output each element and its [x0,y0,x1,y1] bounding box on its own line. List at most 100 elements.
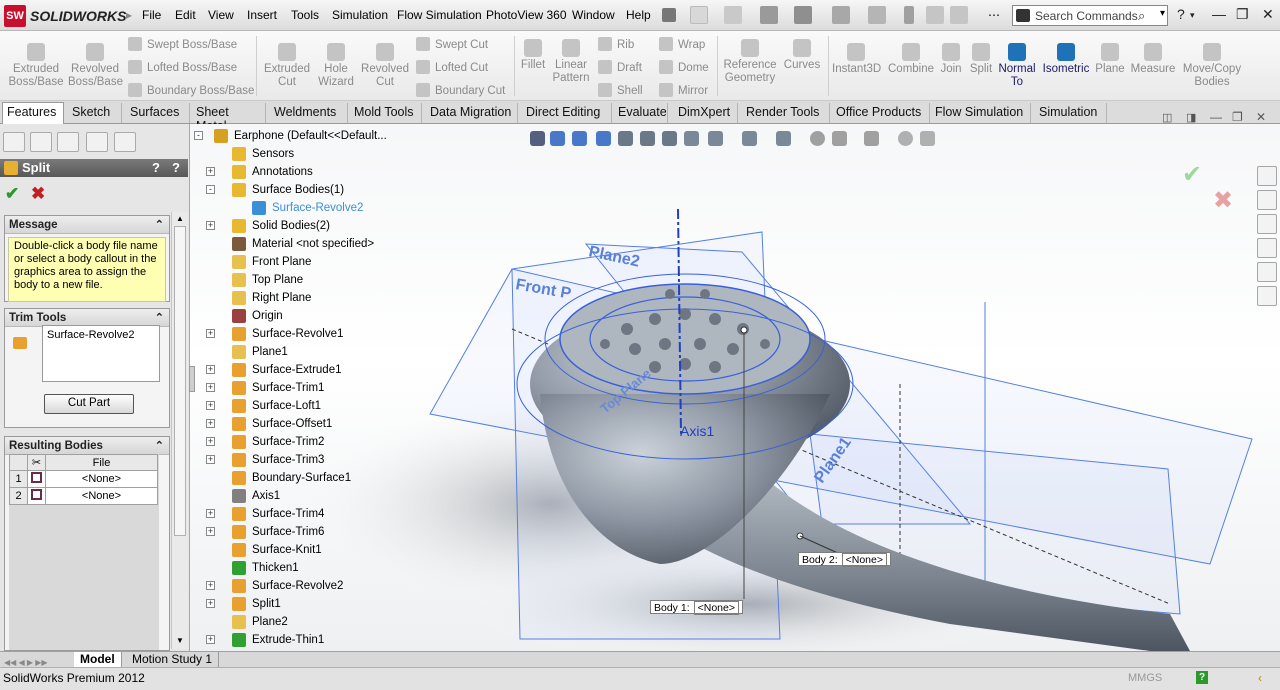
menu-flow-simulation[interactable]: Flow Simulation [397,8,482,22]
body1-callout[interactable]: Body 1: <None> [650,600,743,615]
close-icon[interactable]: ✕ [1262,6,1274,23]
instant3d-button[interactable]: Instant3D [832,43,881,76]
body-file-cell[interactable]: <None> [45,470,158,488]
file-properties-icon[interactable] [926,6,944,24]
lofted-cut-button[interactable]: Lofted Cut [416,60,488,74]
undo-icon[interactable] [832,6,850,24]
menu-tools[interactable]: Tools [291,8,319,22]
body-checkbox[interactable] [27,470,46,488]
swept-boss-button[interactable]: Swept Boss/Base [128,37,237,51]
table-row[interactable]: 1 <None> [9,470,158,488]
tab-simulation[interactable]: Simulation [1035,103,1107,123]
tab-sketch[interactable]: Sketch [68,103,122,123]
menu-photoview-360[interactable]: PhotoView 360 [486,8,567,22]
expand-icon[interactable]: + [206,527,215,536]
display-manager-tab-icon[interactable] [114,132,136,152]
menu-help[interactable]: Help [626,8,651,22]
display-pane-icon[interactable] [920,131,935,146]
scroll-up-icon[interactable]: ▲ [174,214,186,224]
callout-value[interactable]: <None> [693,601,739,615]
split-button[interactable]: Split [968,43,994,76]
extruded-boss-button[interactable]: Extruded Boss/Base [8,43,64,89]
normal-to-button[interactable]: Normal To [998,43,1036,89]
plane-button[interactable]: Plane [1094,43,1126,76]
standard-view-icon[interactable] [550,131,565,146]
tab-render-tools[interactable]: Render Tools [742,103,830,123]
feature-manager-tab-icon[interactable] [3,132,25,152]
reference-geometry-button[interactable]: Reference Geometry [722,39,778,85]
view-palette-icon[interactable] [1257,238,1277,258]
collapse-icon[interactable]: - [194,131,203,140]
help-dropdown-icon[interactable]: ▾ [1190,10,1195,21]
tab-mold-tools[interactable]: Mold Tools [350,103,422,123]
lofted-boss-button[interactable]: Lofted Boss/Base [128,60,237,74]
tab-motion-study-1[interactable]: Motion Study 1 [126,652,220,667]
tab-features[interactable]: Features [2,102,64,124]
tab-evaluate[interactable]: Evaluate [614,103,668,123]
body-checkbox[interactable] [27,487,46,505]
help-dropdown-icon[interactable]: ? [172,160,180,175]
new-document-icon[interactable] [690,6,708,24]
solidworks-logo[interactable]: SW SOLIDWORKS [4,4,126,28]
expand-icon[interactable]: + [206,455,215,464]
menu-edit[interactable]: Edit [175,8,196,22]
file-explorer-icon[interactable] [1257,214,1277,234]
options-icon[interactable] [950,6,968,24]
ok-icon[interactable]: ✔ [5,184,19,204]
apply-scene-icon[interactable] [832,131,847,146]
resulting-bodies-group-header[interactable]: Resulting Bodies ⌃ [5,437,169,455]
expand-icon[interactable]: + [206,221,215,230]
swept-cut-button[interactable]: Swept Cut [416,37,488,51]
expand-icon[interactable]: + [206,365,215,374]
units-indicator[interactable]: MMGS [1128,672,1162,684]
cut-part-button[interactable]: Cut Part [44,394,134,414]
doc-tile-icon[interactable]: ◫ [1162,111,1172,124]
view-settings-icon[interactable] [864,131,879,146]
collapse-icon[interactable]: ⌃ [155,311,164,324]
custom-properties-icon[interactable] [1257,286,1277,306]
expand-icon[interactable]: + [206,581,215,590]
section-view-icon[interactable] [662,131,677,146]
tab-direct-editing[interactable]: Direct Editing [522,103,612,123]
previous-view-icon[interactable] [572,131,587,146]
render-icon[interactable] [898,131,913,146]
rib-button[interactable]: Rib [598,37,634,51]
trim-tool-item[interactable]: Surface-Revolve2 [47,329,134,341]
doc-close-icon[interactable]: ✕ [1256,110,1266,124]
zoom-to-area-icon[interactable] [640,131,655,146]
tab-weldments[interactable]: Weldments [270,103,348,123]
appearances-icon[interactable] [1257,262,1277,282]
expand-icon[interactable]: + [206,401,215,410]
doc-restore-icon[interactable]: ❐ [1232,110,1243,124]
search-icon[interactable]: ⌕ [1138,8,1145,24]
hide-show-items-icon[interactable] [776,131,791,146]
toolbar-overflow-icon[interactable]: ⋯ [988,8,1000,22]
collapse-icon[interactable]: - [206,185,215,194]
shell-button[interactable]: Shell [598,83,643,97]
tab-office-products[interactable]: Office Products [832,103,930,123]
help-icon[interactable]: ? [1177,6,1185,22]
panel-splitter-handle[interactable] [189,366,195,392]
earphone-grille[interactable] [559,283,811,395]
menu-pin-icon[interactable]: ▸ [126,8,132,22]
doc-split-icon[interactable]: ◨ [1186,111,1196,124]
dimxpert-manager-tab-icon[interactable] [86,132,108,152]
select-icon[interactable] [868,6,886,24]
minimize-icon[interactable]: — [1212,6,1226,22]
fillet-button[interactable]: Fillet [518,39,548,72]
draft-button[interactable]: Draft [598,60,642,74]
expand-icon[interactable]: + [206,383,215,392]
body2-callout[interactable]: Body 2: <None> [798,552,891,567]
tab-flow-simulation[interactable]: Flow Simulation [931,103,1031,123]
collapse-status-icon[interactable]: ‹ [1258,671,1262,685]
tab-surfaces[interactable]: Surfaces [126,103,190,123]
tab-scroll-arrows[interactable]: ◀◀ ◀ ▶ ▶▶ [4,654,68,667]
menu-simulation[interactable]: Simulation [332,8,388,22]
design-library-icon[interactable] [1257,190,1277,210]
zoom-to-fit-icon[interactable] [618,131,633,146]
open-icon[interactable] [724,6,742,24]
search-commands-box[interactable]: Search Commands ⌕ [1012,5,1168,26]
boundary-boss-button[interactable]: Boundary Boss/Base [128,83,254,97]
confirm-cancel-icon[interactable]: ✖ [1213,186,1233,215]
move-copy-bodies-button[interactable]: Move/Copy Bodies [1182,43,1242,89]
